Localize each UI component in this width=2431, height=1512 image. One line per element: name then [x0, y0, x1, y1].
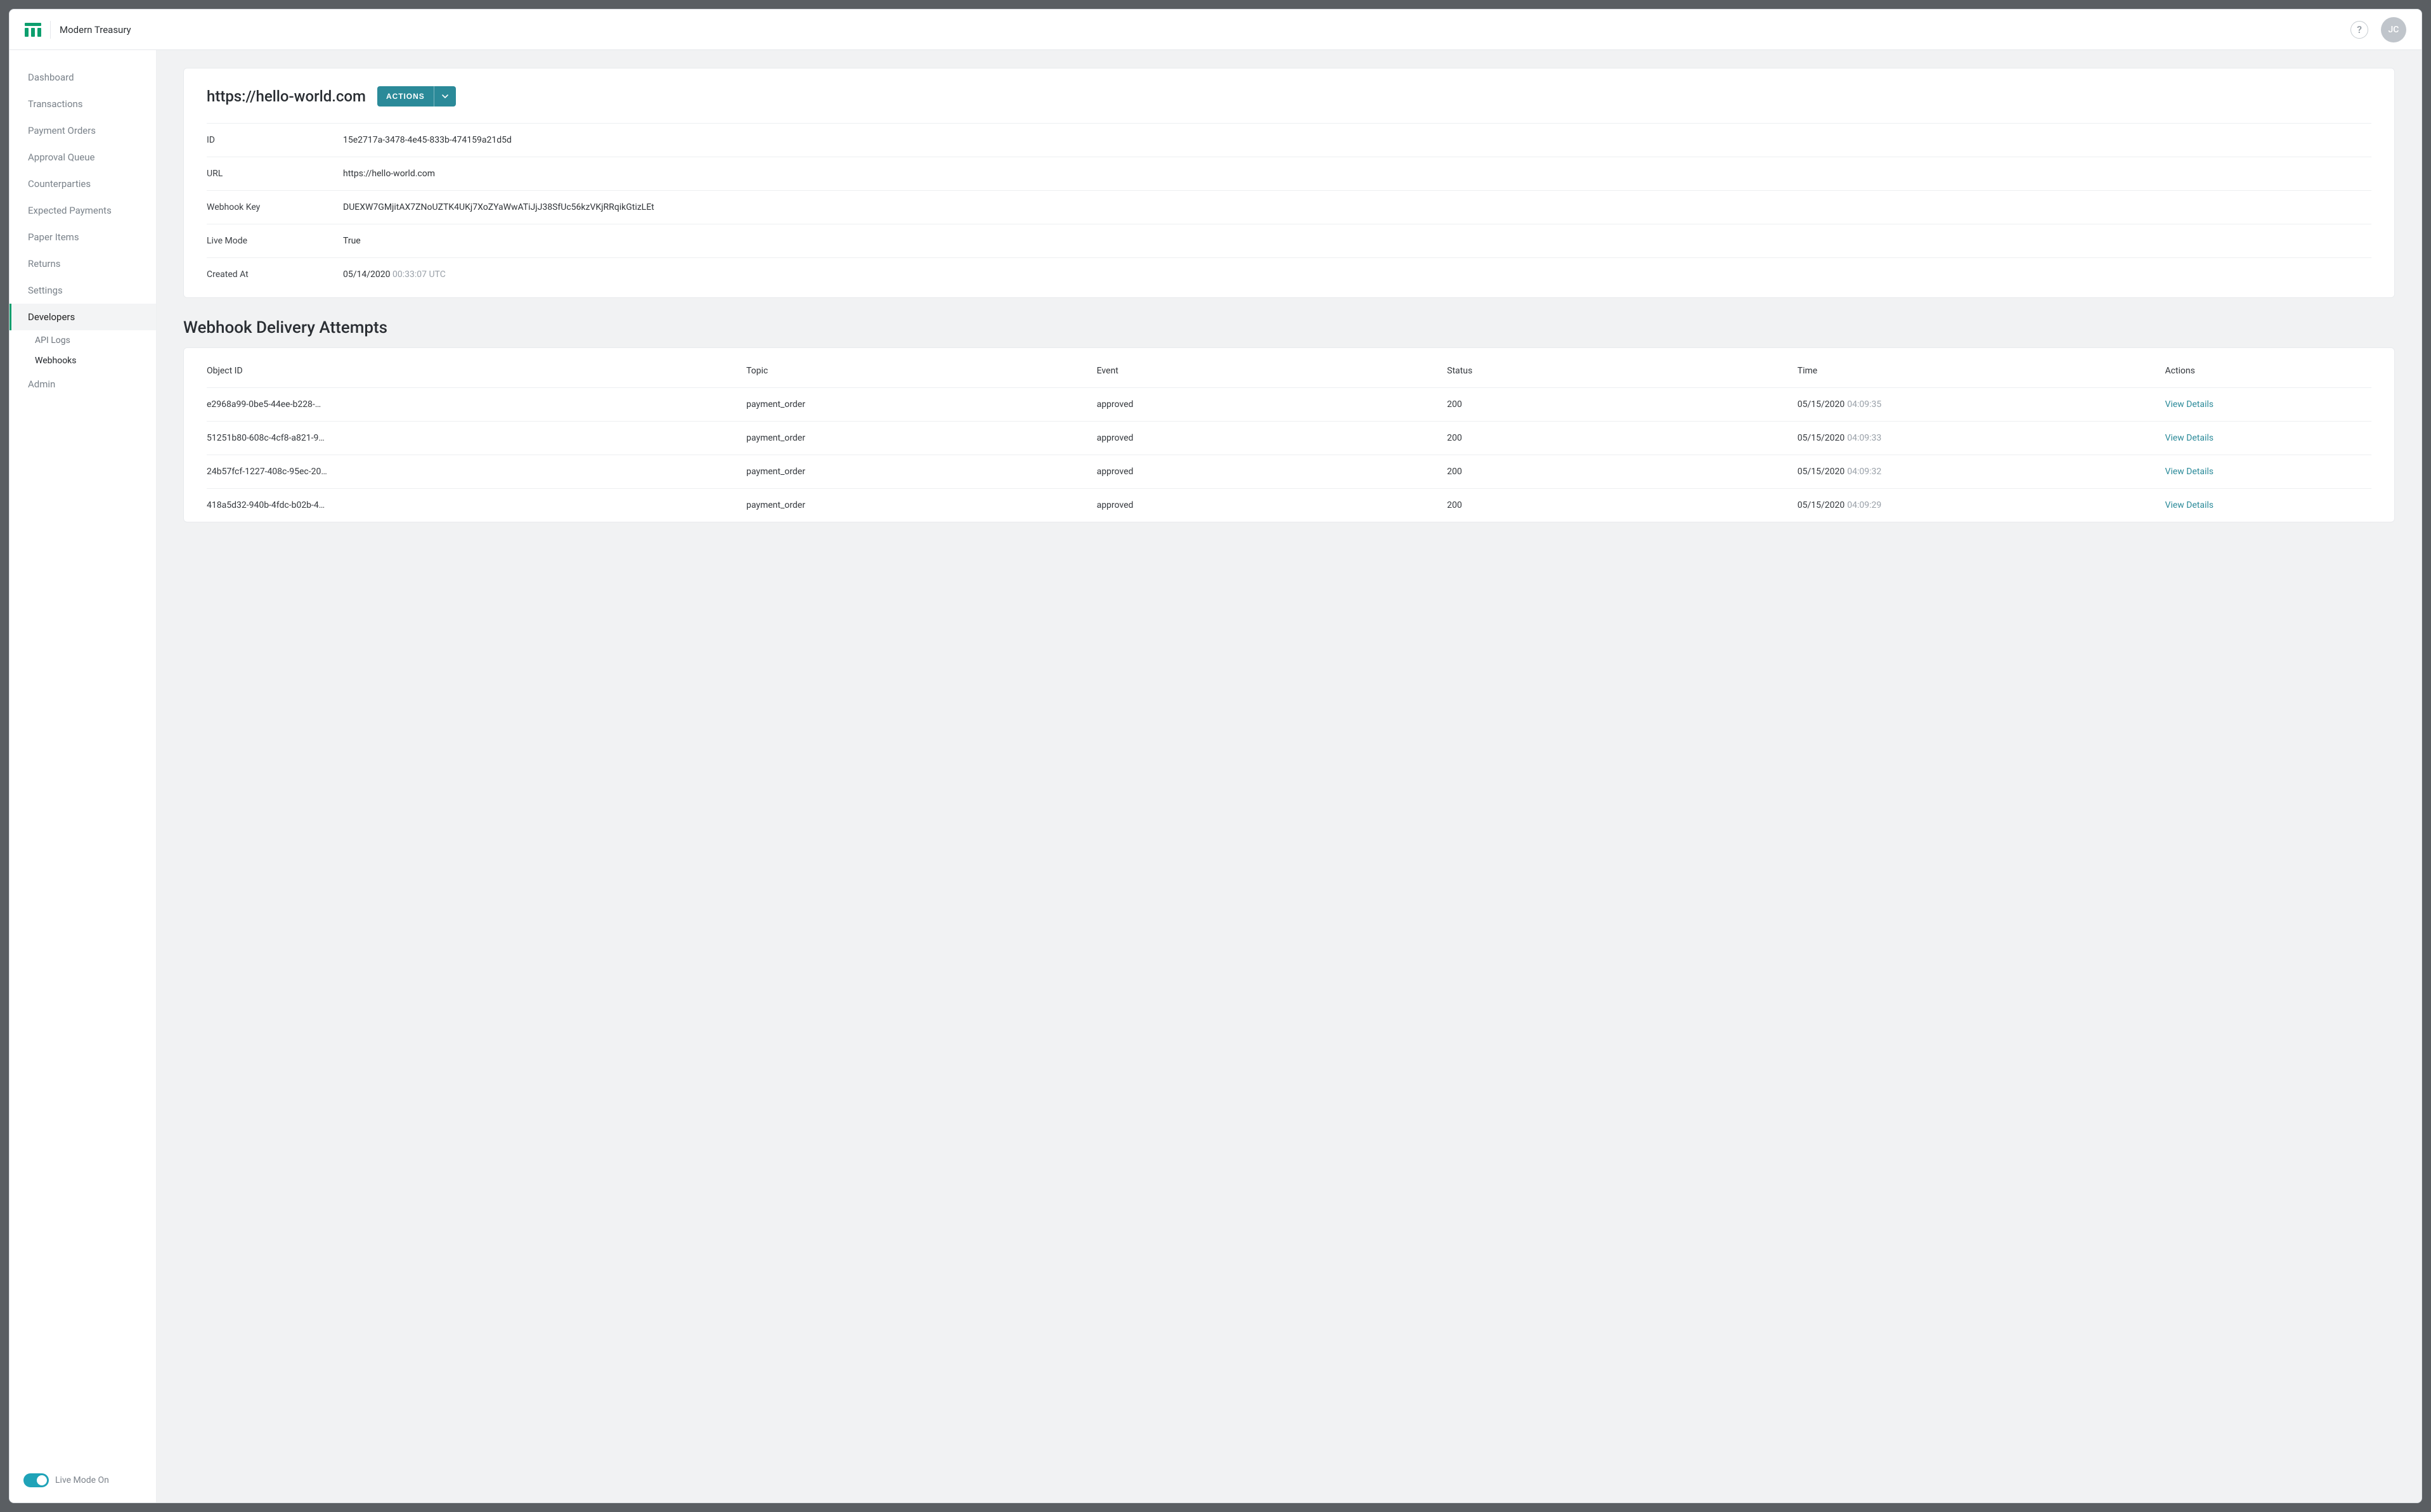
cell-time: 05/15/202004:09:29: [1798, 500, 2159, 510]
help-icon[interactable]: ?: [2350, 21, 2368, 39]
sidebar-item-payment-orders[interactable]: Payment Orders: [10, 117, 156, 144]
topbar-right: ? JC: [2350, 17, 2406, 42]
cell-time-value: 04:09:35: [1847, 399, 1881, 410]
logo-icon: [25, 22, 41, 38]
kv-key-webhookkey: Webhook Key: [207, 202, 343, 212]
cell-event: approved: [1097, 467, 1441, 477]
cell-time: 05/15/202004:09:35: [1798, 399, 2159, 410]
actions-button-label: ACTIONS: [377, 92, 434, 101]
kv-row-url: URL https://hello-world.com: [207, 157, 2371, 190]
page-title: https://hello-world.com: [207, 87, 366, 105]
cell-time: 05/15/202004:09:32: [1798, 467, 2159, 477]
cell-topic: payment_order: [746, 500, 1091, 510]
table-row: e2968a99-0be5-44ee-b228-… payment_order …: [207, 388, 2371, 422]
brand-name: Modern Treasury: [60, 24, 131, 36]
cell-date: 05/15/2020: [1798, 433, 1845, 443]
cell-status: 200: [1447, 399, 1791, 410]
view-details-link[interactable]: View Details: [2165, 399, 2371, 410]
actions-button[interactable]: ACTIONS: [377, 86, 456, 107]
sidebar-subnav: API Logs Webhooks: [10, 330, 156, 371]
sidebar-item-settings[interactable]: Settings: [10, 277, 156, 304]
kv-val-mode: True: [343, 236, 361, 246]
main-content: https://hello-world.com ACTIONS ID 15e27…: [157, 50, 2421, 1502]
cell-event: approved: [1097, 399, 1441, 410]
brand-divider: [50, 21, 51, 39]
kv-row-key: Webhook Key DUEXW7GMjitAX7ZNoUZTK4UKj7Xo…: [207, 190, 2371, 224]
kv-row-created: Created At 05/14/2020 00:33:07 UTC: [207, 257, 2371, 291]
brand-block: Modern Treasury: [25, 21, 131, 39]
live-mode-toggle[interactable]: [23, 1473, 49, 1487]
section-title: Webhook Delivery Attempts: [183, 318, 2395, 337]
sidebar-item-transactions[interactable]: Transactions: [10, 91, 156, 117]
cell-time-value: 04:09:33: [1847, 433, 1881, 443]
cell-event: approved: [1097, 433, 1441, 443]
cell-topic: payment_order: [746, 467, 1091, 477]
cell-time-value: 04:09:32: [1847, 467, 1881, 477]
cell-date: 05/15/2020: [1798, 467, 1845, 477]
table-row: 24b57fcf-1227-408c-95ec-20… payment_orde…: [207, 455, 2371, 489]
th-object-id: Object ID: [207, 366, 740, 376]
cell-event: approved: [1097, 500, 1441, 510]
cell-status: 200: [1447, 433, 1791, 443]
cell-object-id: e2968a99-0be5-44ee-b228-…: [207, 399, 740, 410]
cell-status: 200: [1447, 467, 1791, 477]
kv-key-url: URL: [207, 169, 343, 179]
sidebar-footer: Live Mode On: [10, 1462, 156, 1502]
view-details-link[interactable]: View Details: [2165, 433, 2371, 443]
sidebar-item-paper-items[interactable]: Paper Items: [10, 224, 156, 250]
cell-date: 05/15/2020: [1798, 399, 1845, 410]
app-frame: Modern Treasury ? JC Dashboard Transacti…: [9, 9, 2422, 1503]
sidebar-item-returns[interactable]: Returns: [10, 250, 156, 277]
th-actions: Actions: [2165, 366, 2371, 376]
cell-object-id: 418a5d32-940b-4fdc-b02b-4…: [207, 500, 740, 510]
cell-object-id: 24b57fcf-1227-408c-95ec-20…: [207, 467, 740, 477]
live-mode-label: Live Mode On: [55, 1475, 109, 1485]
avatar[interactable]: JC: [2381, 17, 2406, 42]
sidebar-item-counterparties[interactable]: Counterparties: [10, 171, 156, 197]
kv-key-id: ID: [207, 135, 343, 145]
cell-object-id: 51251b80-608c-4cf8-a821-9…: [207, 433, 740, 443]
delivery-table: Object ID Topic Event Status Time Action…: [183, 347, 2395, 522]
cell-topic: payment_order: [746, 433, 1091, 443]
table-header: Object ID Topic Event Status Time Action…: [207, 354, 2371, 388]
th-status: Status: [1447, 366, 1791, 376]
sidebar-subitem-api-logs[interactable]: API Logs: [10, 330, 156, 351]
cell-date: 05/15/2020: [1798, 500, 1845, 510]
cell-time-value: 04:09:29: [1847, 500, 1881, 510]
kv-val-created: 05/14/2020 00:33:07 UTC: [343, 269, 446, 280]
cell-status: 200: [1447, 500, 1791, 510]
view-details-link[interactable]: View Details: [2165, 467, 2371, 477]
sidebar-item-approval-queue[interactable]: Approval Queue: [10, 144, 156, 171]
body: Dashboard Transactions Payment Orders Ap…: [10, 50, 2421, 1502]
sidebar-item-admin[interactable]: Admin: [10, 371, 156, 397]
cell-time: 05/15/202004:09:33: [1798, 433, 2159, 443]
table-row: 418a5d32-940b-4fdc-b02b-4… payment_order…: [207, 489, 2371, 522]
topbar: Modern Treasury ? JC: [10, 10, 2421, 50]
created-time: 00:33:07 UTC: [392, 269, 446, 280]
th-topic: Topic: [746, 366, 1091, 376]
title-row: https://hello-world.com ACTIONS: [207, 86, 2371, 107]
kv-key-mode: Live Mode: [207, 236, 343, 246]
created-date: 05/14/2020: [343, 269, 391, 280]
detail-card: https://hello-world.com ACTIONS ID 15e27…: [183, 68, 2395, 298]
th-event: Event: [1097, 366, 1441, 376]
kv-val-id: 15e2717a-3478-4e45-833b-474159a21d5d: [343, 135, 512, 145]
sidebar: Dashboard Transactions Payment Orders Ap…: [10, 50, 157, 1502]
sidebar-item-expected-payments[interactable]: Expected Payments: [10, 197, 156, 224]
kv-row-id: ID 15e2717a-3478-4e45-833b-474159a21d5d: [207, 123, 2371, 157]
table-row: 51251b80-608c-4cf8-a821-9… payment_order…: [207, 422, 2371, 455]
sidebar-item-developers[interactable]: Developers: [10, 304, 156, 330]
cell-topic: payment_order: [746, 399, 1091, 410]
kv-row-mode: Live Mode True: [207, 224, 2371, 257]
sidebar-item-dashboard[interactable]: Dashboard: [10, 64, 156, 91]
kv-key-created: Created At: [207, 269, 343, 280]
sidebar-nav: Dashboard Transactions Payment Orders Ap…: [10, 64, 156, 1462]
kv-val-webhookkey: DUEXW7GMjitAX7ZNoUZTK4UKj7XoZYaWwATiJjJ3…: [343, 202, 654, 212]
kv-val-url: https://hello-world.com: [343, 169, 435, 179]
view-details-link[interactable]: View Details: [2165, 500, 2371, 510]
chevron-down-icon: [434, 86, 456, 107]
th-time: Time: [1798, 366, 2159, 376]
sidebar-subitem-webhooks[interactable]: Webhooks: [10, 351, 156, 371]
